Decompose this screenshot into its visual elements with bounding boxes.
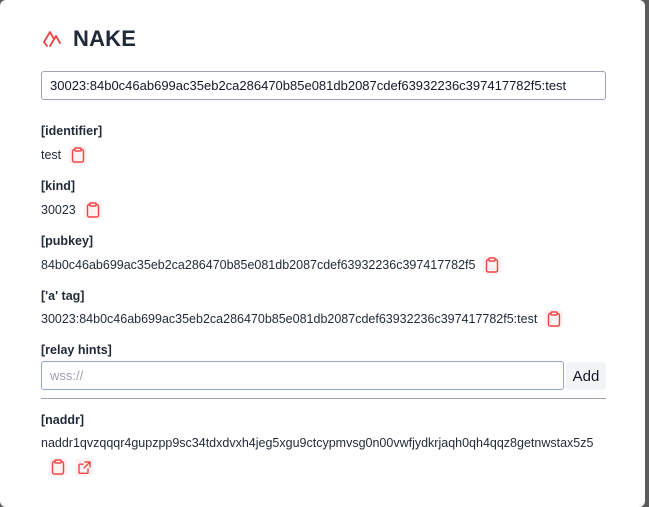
copy-kind-button[interactable]: [83, 201, 102, 219]
clipboard-icon: [86, 202, 99, 218]
divider: [41, 398, 606, 399]
add-relay-button[interactable]: Add: [566, 362, 606, 390]
kind-row: 30023: [41, 201, 102, 219]
naddr-label: [naddr]: [41, 413, 85, 427]
copy-identifier-button[interactable]: [69, 146, 88, 164]
open-naddr-button[interactable]: [75, 458, 93, 476]
naddr-actions: [49, 458, 93, 476]
identifier-value: test: [41, 148, 62, 162]
pubkey-label: [pubkey]: [41, 234, 94, 248]
clipboard-icon: [548, 311, 561, 327]
identifier-row: test: [41, 146, 88, 164]
pubkey-row: 84b0c46ab699ac35eb2ca286470b85e081db2087…: [41, 256, 502, 274]
identifier-label: [identifier]: [41, 124, 103, 138]
kind-label: [kind]: [41, 179, 76, 193]
relay-hints-label: [relay hints]: [41, 343, 112, 357]
a-tag-row: 30023:84b0c46ab699ac35eb2ca286470b85e081…: [41, 310, 564, 328]
kind-value: 30023: [41, 203, 76, 217]
clipboard-icon: [486, 257, 499, 273]
address-input[interactable]: [41, 71, 606, 100]
external-link-icon: [77, 460, 91, 474]
relay-hint-input[interactable]: [41, 361, 564, 390]
header: NAKE: [41, 26, 136, 52]
copy-naddr-button[interactable]: [49, 458, 67, 476]
nake-logo-icon: [41, 28, 63, 50]
clipboard-icon: [71, 147, 85, 163]
naddr-value: naddr1qvzqqqr4gupzpp9sc34tdxdvxh4jeg5xgu…: [41, 436, 594, 450]
copy-pubkey-button[interactable]: [483, 256, 502, 274]
main-panel: NAKE [identifier] test [kind] 30023 [pub…: [0, 0, 645, 507]
a-tag-value: 30023:84b0c46ab699ac35eb2ca286470b85e081…: [41, 312, 538, 326]
pubkey-value: 84b0c46ab699ac35eb2ca286470b85e081db2087…: [41, 258, 476, 272]
clipboard-icon: [51, 459, 65, 475]
a-tag-label: ['a' tag]: [41, 289, 85, 303]
copy-a-tag-button[interactable]: [545, 310, 564, 328]
app-title: NAKE: [73, 26, 137, 51]
